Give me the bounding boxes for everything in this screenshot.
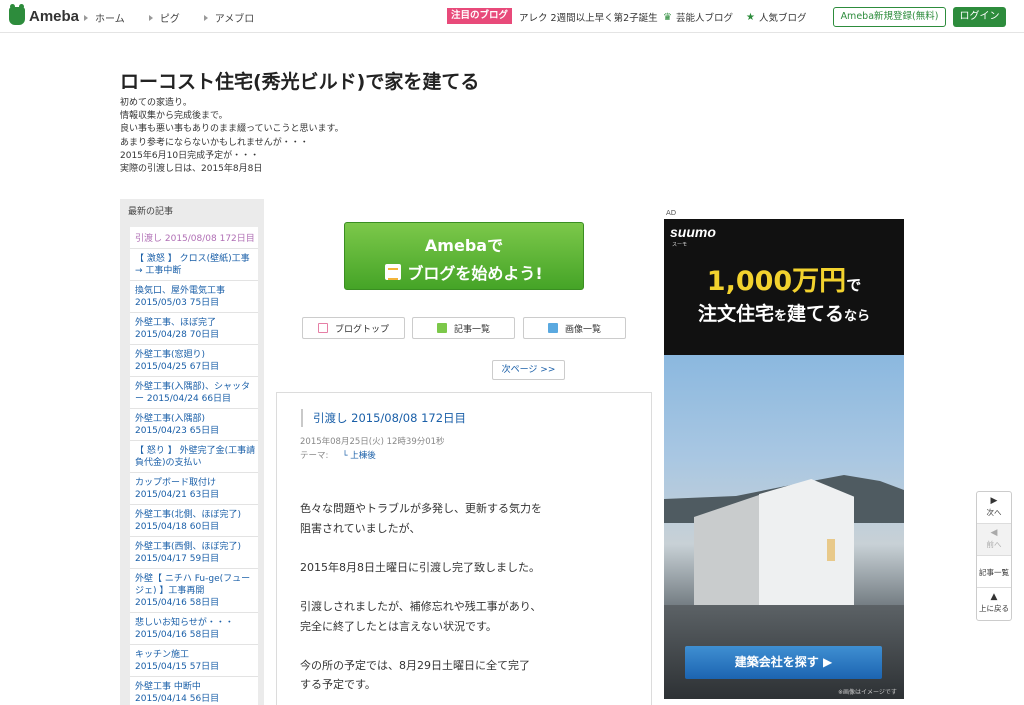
prev-article-button[interactable]: ◀ 前へ: [977, 524, 1011, 556]
image-list-button[interactable]: 画像一覧: [523, 317, 626, 339]
article-datetime: 2015年08月25日(火) 12時39分01秒: [300, 437, 445, 447]
sidebar-article-link[interactable]: カップボード取付け 2015/04/21 63日目: [130, 473, 258, 505]
sidebar-article-link[interactable]: 外壁工事、ほぼ完了 2015/04/28 70日目: [130, 313, 258, 345]
sidebar-article-link[interactable]: 外壁工事(窓廻り) 2015/04/25 67日目: [130, 345, 258, 377]
login-button[interactable]: ログイン: [953, 7, 1006, 27]
star-icon: ★: [746, 11, 755, 23]
triangle-right-icon: [203, 14, 208, 21]
article-title[interactable]: 引渡し 2015/08/08 172日目: [301, 409, 466, 427]
camera-icon: [547, 323, 558, 333]
start-blog-banner[interactable]: Amebaで ブログを始めよう!: [344, 222, 584, 290]
sidebar-article-link[interactable]: 外壁工事(西側、ほぼ完了) 2015/04/17 59日目: [130, 537, 258, 569]
article: 引渡し 2015/08/08 172日目 2015年08月25日(火) 12時3…: [276, 392, 652, 705]
memo-icon: [385, 264, 402, 280]
triangle-right-icon: [84, 14, 88, 21]
find-builder-button[interactable]: 建築会社を探す ▶: [685, 646, 882, 679]
next-article-button[interactable]: ▶ 次へ: [977, 492, 1011, 524]
suumo-ad[interactable]: suumo スーモ 1,000万円で 注文住宅を建てるなら 建築会社を探す ▶ …: [664, 219, 904, 699]
back-icon: ◀: [990, 528, 998, 538]
blog-description: 初めての家造り。 情報収集から完成後まで。 良い事も悪い事もありのまま綴っていこ…: [120, 98, 344, 175]
article-body: 色々な問題やトラブルが多発し、更新する気力を 阻害されていましたが、 2015年8…: [300, 499, 600, 705]
ad-label: AD: [666, 209, 677, 217]
article-list-float-button[interactable]: 記事一覧: [977, 556, 1011, 588]
register-button[interactable]: Ameba新規登録(無料): [833, 7, 946, 27]
ameba-logo-icon: [9, 4, 25, 25]
crown-icon: ♛: [663, 11, 672, 23]
featured-blog-badge: 注目のブログ: [447, 8, 513, 24]
back-to-top-button[interactable]: ▲ 上に戻る: [977, 588, 1011, 620]
sidebar-article-link[interactable]: 外壁工事(北側、ほぼ完了) 2015/04/18 60日目: [130, 505, 258, 537]
sidebar-article-link[interactable]: 引渡し 2015/08/08 172日目: [130, 227, 258, 249]
blog-title[interactable]: ローコスト住宅(秀光ビルド)で家を建てる: [120, 67, 479, 94]
nav-home[interactable]: ホーム: [84, 10, 125, 25]
floating-nav: ▶ 次へ ◀ 前へ 記事一覧 ▲ 上に戻る: [976, 491, 1012, 621]
article-list-button[interactable]: 記事一覧: [412, 317, 515, 339]
sidebar-article-link[interactable]: 外壁工事(入隅部) 2015/04/23 65日目: [130, 409, 258, 441]
sidebar-article-link[interactable]: 外壁工事(入隅部)、シャッター 2015/04/24 66日目: [130, 377, 258, 409]
celebrity-blog-link[interactable]: ♛ 芸能人ブログ: [663, 10, 733, 25]
article-paragraph: 2015年8月8日土曜日に引渡し完了致しました。: [300, 560, 540, 574]
sidebar-article-link[interactable]: 外壁【 ニチハ Fu-ge(フュージェ) 】工事再開 2015/04/16 58日…: [130, 569, 258, 613]
top-nav: ホーム ピグ アメブロ: [84, 10, 278, 25]
sidebar-article-link[interactable]: 悲しいお知らせが・・・ 2015/04/16 58日目: [130, 613, 258, 645]
ad-subheadline: 注文住宅を建てるなら: [697, 303, 871, 325]
blog-top-button[interactable]: ブログトップ: [302, 317, 405, 339]
copy-icon: [436, 323, 447, 333]
article-paragraph: 今の所の予定では、8月29日土曜日に全て完了 する予定です。: [300, 658, 530, 692]
play-icon: ▶: [990, 496, 998, 506]
theme-link[interactable]: └ 上棟後: [342, 451, 375, 461]
triangle-right-icon: [148, 14, 153, 21]
sidebar-article-link[interactable]: キッチン施工 2015/04/15 57日目: [130, 645, 258, 677]
popular-blog-link[interactable]: ★ 人気ブログ: [746, 10, 806, 25]
suumo-logo: suumo: [670, 224, 716, 240]
recent-articles-heading: 最新の記事: [128, 207, 174, 217]
recent-articles-list: 引渡し 2015/08/08 172日目【 激怒 】 クロス(壁紙)工事 → 工…: [130, 227, 258, 705]
sidebar-article-link[interactable]: 換気口、屋外電気工事 2015/05/03 75日目: [130, 281, 258, 313]
ameba-logo-text: Ameba: [29, 7, 80, 25]
sidebar-article-link[interactable]: 外壁工事 中断中 2015/04/14 56日目: [130, 677, 258, 705]
ad-note: ※画像はイメージです: [838, 689, 897, 696]
sidebar-article-link[interactable]: 【 激怒 】 クロス(壁紙)工事 → 工事中断: [130, 249, 258, 281]
sidebar: 最新の記事 引渡し 2015/08/08 172日目【 激怒 】 クロス(壁紙)…: [120, 199, 264, 705]
article-paragraph: 色々な問題やトラブルが多発し、更新する気力を 阻害されていましたが、: [300, 502, 542, 535]
featured-blog-link[interactable]: アレク 2週間以上早く第2子誕生: [519, 10, 658, 24]
nav-pigg[interactable]: ピグ: [148, 10, 180, 25]
sidebar-article-link[interactable]: 【 怒り 】 外壁完了金(工事請負代金)の支払い: [130, 441, 258, 473]
next-page-button[interactable]: 次ページ >>: [492, 360, 565, 380]
ameba-logo[interactable]: Ameba: [9, 4, 80, 25]
global-header: Ameba ホーム ピグ アメブロ 注目のブログ アレク 2週間以上早く第2子誕…: [0, 0, 1024, 33]
article-paragraph: 引渡しされましたが、補修忘れや残工事があり、 完全に終了したとは言えない状況です。: [300, 599, 542, 633]
triangle-up-icon: ▲: [990, 592, 998, 602]
ad-headline: 1,000万円で: [706, 266, 862, 297]
document-icon: [317, 323, 328, 333]
article-theme: テーマ: └ 上棟後: [300, 451, 376, 461]
nav-ameblo[interactable]: アメブロ: [203, 10, 254, 25]
